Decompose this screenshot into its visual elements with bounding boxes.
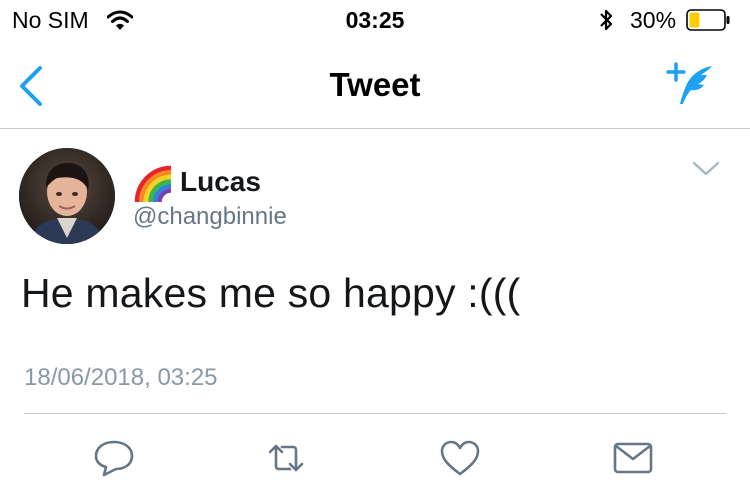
chevron-down-icon[interactable] [690, 158, 722, 180]
avatar[interactable] [19, 148, 115, 244]
divider [24, 413, 726, 414]
bluetooth-icon [600, 9, 613, 31]
display-name[interactable]: Lucas [180, 166, 261, 198]
user-handle[interactable]: @changbinnie [133, 203, 287, 231]
rainbow-emoji [134, 165, 172, 203]
battery-percent: 30% [630, 7, 677, 33]
tweet-timestamp: 18/06/2018, 03:25 [24, 364, 218, 391]
status-bar: No SIM 03:25 30% [0, 0, 750, 42]
battery-icon [686, 9, 730, 31]
direct-message-icon[interactable] [611, 438, 655, 478]
like-icon[interactable] [438, 438, 482, 478]
tweet-text: He makes me so happy :((( [21, 270, 521, 316]
compose-tweet-icon[interactable] [664, 60, 716, 108]
avatar-photo [19, 148, 115, 244]
nav-bar: Tweet [0, 42, 750, 129]
reply-icon[interactable] [92, 438, 136, 478]
page-title: Tweet [329, 66, 421, 103]
retweet-icon[interactable] [264, 438, 308, 478]
